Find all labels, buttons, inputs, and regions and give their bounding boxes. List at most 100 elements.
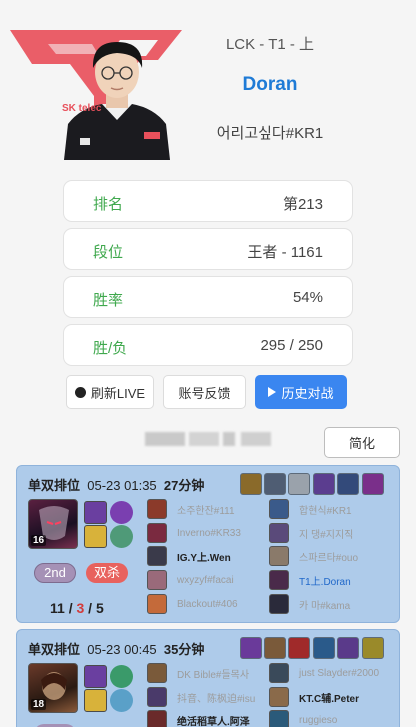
stat-label: 胜/负 [93, 340, 128, 357]
primary-rune-icon [110, 665, 133, 688]
player-name: 합현식#KR1 [299, 505, 352, 517]
match-card[interactable]: 单双排位 05-23 01:35 27分钟 16 2nd 双杀 11 / 3 /… [16, 465, 400, 623]
summoner-spell-icon [84, 665, 107, 688]
player-row[interactable]: ruggieso [269, 710, 337, 727]
player-row[interactable]: Inverno#KR33 [147, 523, 241, 543]
stat-label: 段位 [93, 244, 124, 261]
stat-value: 54% [292, 289, 323, 306]
player-name: ruggieso [299, 714, 338, 726]
match-date: 05-23 [87, 642, 121, 657]
play-icon [268, 387, 277, 397]
item-icon [264, 473, 286, 495]
champion-icon [269, 663, 289, 683]
multikill-badge: 双杀 [86, 563, 128, 583]
player-name: 소주한잔#111 [177, 505, 235, 517]
match-card[interactable]: 单双排位 05-23 00:45 35分钟 18 DK Bible#들목사 抖音… [16, 629, 400, 727]
record-dot-icon [74, 386, 86, 398]
simplify-button[interactable]: 简化 [324, 427, 400, 458]
item-icon [264, 637, 286, 659]
champion-icon [269, 499, 289, 519]
player-row[interactable]: 지 댕#지지직 [269, 523, 353, 543]
player-name: 지 댕#지지직 [299, 529, 354, 541]
item-icon [337, 637, 359, 659]
player-row[interactable]: 카 마#kama [269, 594, 350, 614]
kda-deaths: 3 [76, 600, 85, 616]
player-row[interactable]: 합현식#KR1 [269, 499, 352, 519]
champion-icon [147, 546, 167, 566]
player-row[interactable]: 绝活稻草人.阿泽 [147, 710, 250, 727]
account-feedback-label: 账号反馈 [178, 385, 231, 401]
kda-assists: 5 [95, 600, 104, 616]
stat-label: 排名 [93, 196, 124, 213]
blurred-text [145, 432, 271, 446]
champion-icon [147, 523, 167, 543]
match-history-button[interactable]: 历史对战 [255, 375, 347, 409]
stat-label: 胜率 [93, 292, 124, 309]
match-duration: 35分钟 [163, 642, 205, 657]
secondary-rune-icon [110, 525, 133, 548]
champion-icon [269, 594, 289, 614]
player-name: 绝活稻草人.阿泽 [177, 716, 250, 727]
player-name: 抖音、陈枫迫#isu [177, 693, 256, 705]
match-header: 单双排位 05-23 00:45 35分钟 [28, 639, 204, 658]
stat-win-loss: 胜/负 295 / 250 [63, 324, 353, 366]
player-row[interactable]: IG.Y上.Wen [147, 546, 231, 566]
stat-value: 王者 - 1161 [247, 244, 323, 261]
player-name: 스파르타#ouo [299, 552, 359, 564]
champion-icon [147, 687, 167, 707]
account-id: 어리고싶다#KR1 [216, 125, 324, 142]
champion-icon [147, 499, 167, 519]
summoner-spell-icon [84, 689, 107, 712]
player-name: Doran [242, 74, 298, 95]
match-header: 单双排位 05-23 01:35 27分钟 [28, 475, 204, 494]
item-icon [362, 637, 384, 659]
empty-item-slot [288, 473, 310, 495]
match-queue: 单双排位 [28, 642, 81, 657]
champion-icon [147, 570, 167, 590]
player-name: DK Bible#들목사 [177, 669, 250, 681]
match-history-label: 历史对战 [281, 385, 334, 401]
player-row[interactable]: just Slayder#2000 [269, 663, 379, 683]
champion-icon [269, 570, 289, 590]
stat-value: 第213 [282, 196, 323, 213]
match-date: 05-23 [87, 478, 121, 493]
player-photo [58, 20, 176, 160]
player-name: 카 마#kama [299, 600, 351, 612]
player-row[interactable]: 스파르타#ouo [269, 546, 358, 566]
player-row[interactable]: T1上.Doran [269, 570, 351, 590]
match-queue: 单双排位 [28, 478, 81, 493]
player-row[interactable]: 抖音、陈枫迫#isu [147, 687, 255, 707]
champion-icon [269, 710, 289, 727]
player-row[interactable]: DK Bible#들목사 [147, 663, 249, 683]
summoner-spell-icon [84, 525, 107, 548]
champion-icon [269, 546, 289, 566]
refresh-live-button[interactable]: 刷新LIVE [66, 375, 154, 409]
player-name: wxyzyf#facai [177, 574, 234, 586]
champion-icon [147, 710, 167, 727]
player-name: T1上.Doran [299, 576, 351, 588]
stat-rank: 排名 第213 [63, 180, 353, 222]
player-row[interactable]: KT.C辅.Peter [269, 687, 359, 707]
champion-portrait: 16 [28, 499, 78, 549]
item-icon [313, 473, 335, 495]
player-row[interactable]: Blackout#406 [147, 594, 238, 614]
champion-icon [269, 687, 289, 707]
item-icon [337, 473, 359, 495]
player-row[interactable]: 소주한잔#111 [147, 499, 235, 519]
summoner-spell-icon [84, 501, 107, 524]
player-row[interactable]: wxyzyf#facai [147, 570, 234, 590]
account-feedback-button[interactable]: 账号反馈 [163, 375, 246, 409]
match-duration: 27分钟 [163, 478, 205, 493]
champion-icon [147, 663, 167, 683]
sponsor-text: SK telec [62, 103, 102, 114]
secondary-rune-icon [110, 689, 133, 712]
kda-kills: 11 [50, 600, 65, 616]
placement-badge: 2nd [34, 563, 76, 583]
item-icon [288, 637, 310, 659]
champion-portrait: 18 [28, 663, 78, 713]
champion-level: 18 [31, 699, 47, 710]
player-name: Blackout#406 [177, 598, 238, 610]
champion-icon [269, 523, 289, 543]
kda: 11 / 3 / 5 [50, 600, 104, 616]
match-time: 00:45 [124, 642, 157, 657]
